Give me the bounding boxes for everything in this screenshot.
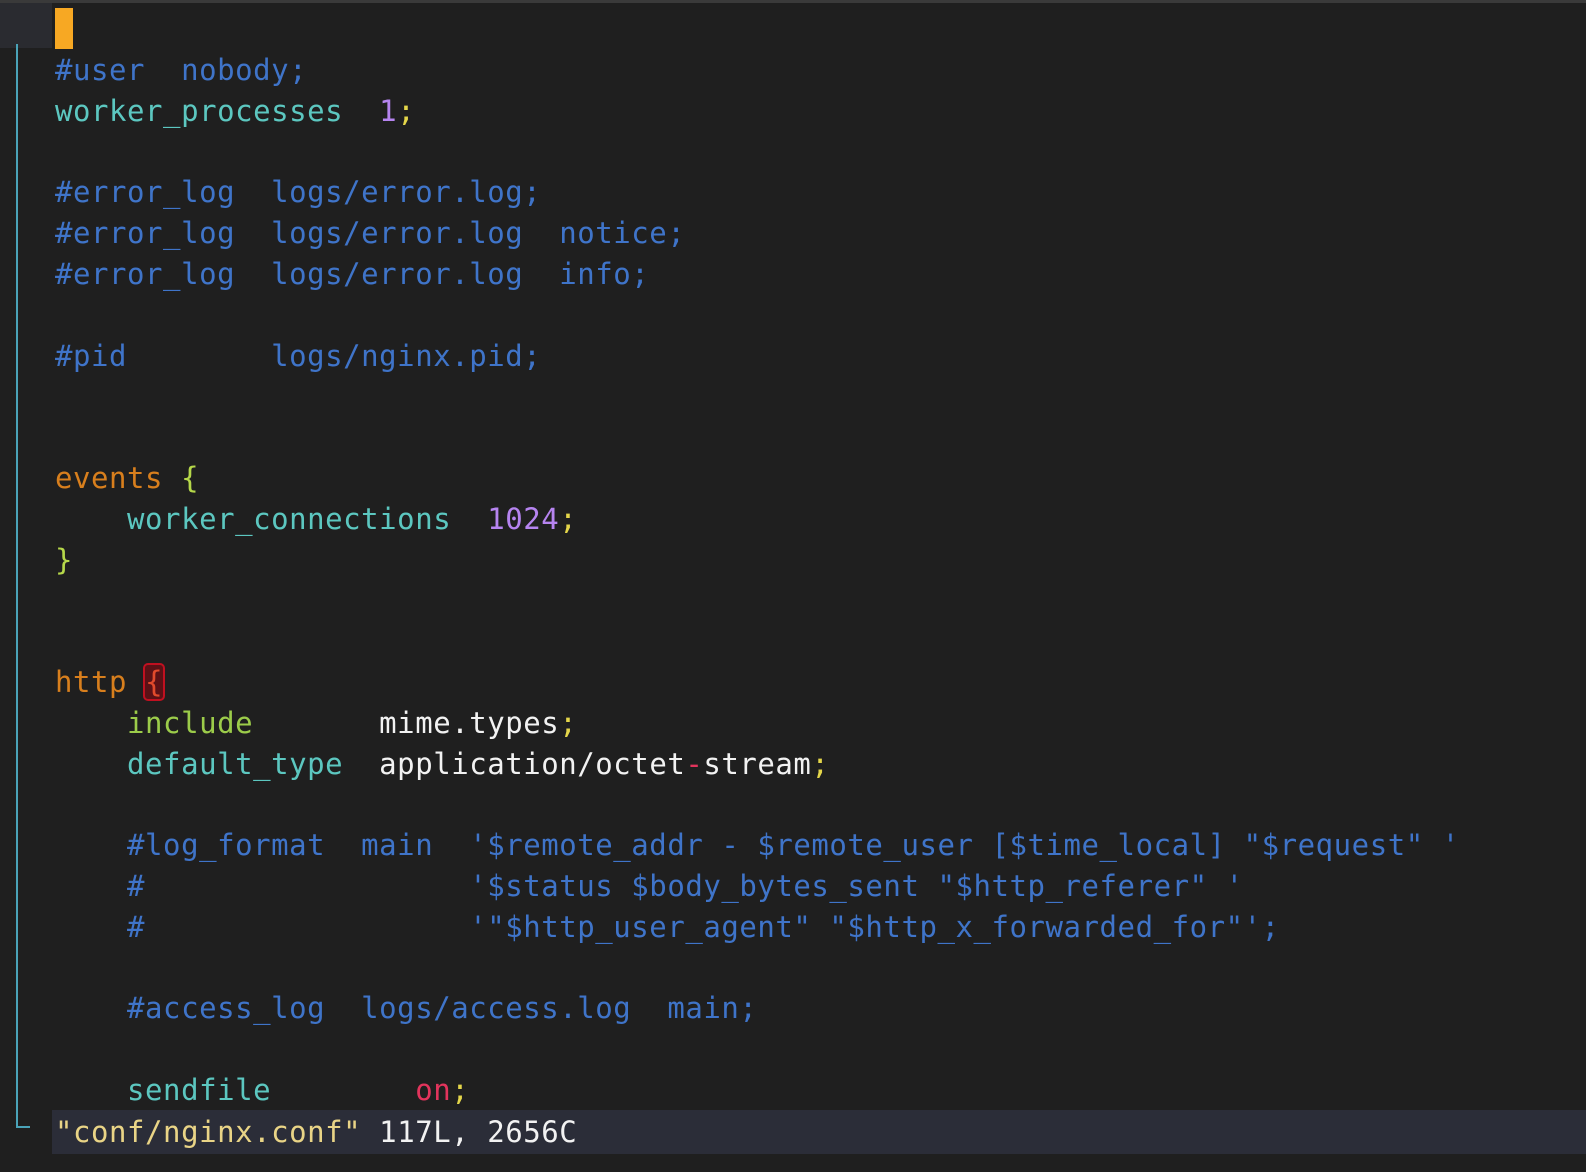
code-token: 1 bbox=[379, 93, 398, 128]
code-token: #error_log logs/error.log notice; bbox=[55, 216, 686, 251]
code-line[interactable]: #error_log logs/error.log notice; bbox=[55, 213, 1586, 254]
code-token: ; bbox=[559, 501, 578, 536]
code-line[interactable]: http { bbox=[55, 662, 1586, 703]
code-line[interactable] bbox=[55, 948, 1586, 989]
window-top-border bbox=[0, 0, 1586, 3]
code-token: #pid logs/nginx.pid; bbox=[55, 338, 542, 373]
code-line[interactable]: worker_processes 1; bbox=[55, 91, 1586, 132]
status-file-info: 117L, 2656C bbox=[361, 1115, 578, 1149]
code-line[interactable] bbox=[55, 295, 1586, 336]
command-line-status: "conf/nginx.conf" 117L, 2656C bbox=[52, 1110, 1586, 1154]
code-line[interactable]: #error_log logs/error.log; bbox=[55, 172, 1586, 213]
code-line[interactable] bbox=[55, 376, 1586, 417]
code-line[interactable] bbox=[55, 580, 1586, 621]
code-token: #error_log logs/error.log; bbox=[55, 175, 542, 210]
code-line[interactable] bbox=[55, 621, 1586, 662]
code-editor[interactable]: #user nobody; worker_processes 1; #error_l… bbox=[55, 50, 1586, 1111]
code-line[interactable]: #error_log logs/error.log info; bbox=[55, 254, 1586, 295]
code-line[interactable]: #pid logs/nginx.pid; bbox=[55, 336, 1586, 377]
code-token: worker_processes bbox=[55, 93, 380, 128]
code-token: ; bbox=[397, 93, 416, 128]
code-line[interactable]: #log_format main '$remote_addr - $remote… bbox=[55, 825, 1586, 866]
code-token: { bbox=[181, 460, 200, 495]
code-line[interactable] bbox=[55, 132, 1586, 173]
code-line[interactable]: } bbox=[55, 540, 1586, 581]
code-token: - bbox=[685, 746, 704, 781]
code-token: default_type bbox=[55, 746, 380, 781]
code-token: http bbox=[55, 664, 146, 699]
code-line[interactable]: sendfile on; bbox=[55, 1070, 1586, 1111]
code-line[interactable] bbox=[55, 417, 1586, 458]
code-token: #log_format main '$remote_addr - $remote… bbox=[55, 828, 1460, 863]
code-line[interactable] bbox=[55, 784, 1586, 825]
code-token: #error_log logs/error.log info; bbox=[55, 256, 650, 291]
code-token: # '"$http_user_agent" "$http_x_forwarded… bbox=[55, 909, 1280, 944]
text-cursor bbox=[55, 8, 73, 49]
code-line[interactable] bbox=[55, 1029, 1586, 1070]
code-token: #user nobody; bbox=[55, 53, 308, 87]
code-token: sendfile bbox=[55, 1072, 416, 1107]
indent-guide bbox=[16, 44, 18, 1128]
code-token: #access_log logs/access.log main; bbox=[55, 991, 758, 1026]
code-token: # '$status $body_bytes_sent "$http_refer… bbox=[55, 868, 1244, 903]
status-filename: "conf/nginx.conf" bbox=[55, 1115, 362, 1149]
code-line[interactable]: # '"$http_user_agent" "$http_x_forwarded… bbox=[55, 907, 1586, 948]
code-token: application/octet bbox=[379, 746, 686, 781]
code-line[interactable]: #user nobody; bbox=[55, 50, 1586, 91]
code-line[interactable]: events { bbox=[55, 458, 1586, 499]
sign-column bbox=[0, 3, 52, 48]
code-token: worker_connections bbox=[55, 501, 488, 536]
code-line[interactable]: # '$status $body_bytes_sent "$http_refer… bbox=[55, 866, 1586, 907]
code-token: events bbox=[55, 460, 182, 495]
code-line[interactable]: worker_connections 1024; bbox=[55, 499, 1586, 540]
code-token: on bbox=[415, 1072, 452, 1107]
code-line[interactable]: #access_log logs/access.log main; bbox=[55, 988, 1586, 1029]
code-token: ; bbox=[559, 705, 578, 740]
code-token: stream bbox=[703, 746, 812, 781]
code-token: include bbox=[55, 705, 380, 740]
code-token: 1024 bbox=[487, 501, 560, 536]
code-token: ; bbox=[811, 746, 830, 781]
code-token: mime.types bbox=[379, 705, 560, 740]
indent-guide-end bbox=[16, 1126, 30, 1128]
code-token: ; bbox=[451, 1072, 470, 1107]
code-token: } bbox=[55, 542, 74, 577]
matching-brace-highlight: { bbox=[143, 662, 166, 701]
code-line[interactable]: include mime.types; bbox=[55, 703, 1586, 744]
code-line[interactable]: default_type application/octet-stream; bbox=[55, 744, 1586, 785]
